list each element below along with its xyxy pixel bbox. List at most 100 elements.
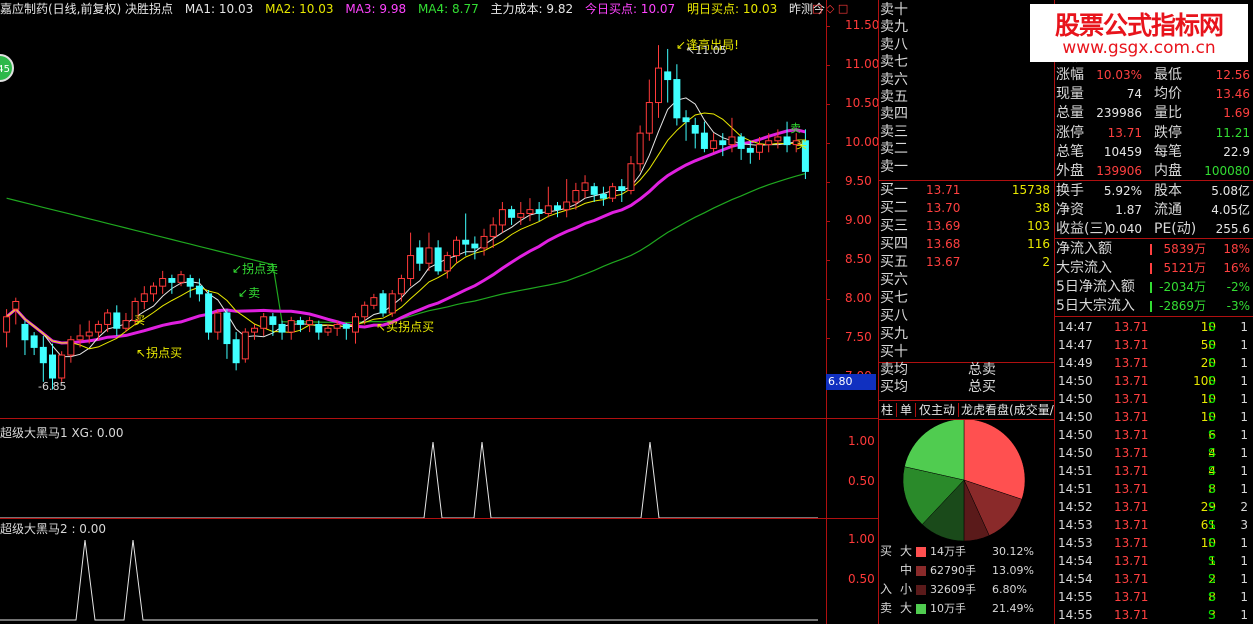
candle-body[interactable] (39, 346, 47, 364)
sell-level-row[interactable]: 卖四 (880, 106, 1052, 123)
trade-row[interactable]: 14:52 13.71 29 S 2 (1056, 498, 1252, 516)
candle-body[interactable] (462, 239, 470, 245)
candle-body[interactable] (30, 335, 38, 348)
candle-body[interactable] (177, 274, 185, 283)
sell-level-row[interactable]: 卖六 (880, 72, 1052, 89)
candle-body[interactable] (517, 212, 525, 218)
candle-body[interactable] (241, 331, 249, 360)
trade-row[interactable]: 14:49 13.71 20 S 1 (1056, 354, 1252, 372)
candle-body[interactable] (232, 339, 240, 364)
candle-body[interactable] (618, 186, 626, 192)
candle-body[interactable] (388, 293, 396, 314)
candle-body[interactable] (159, 278, 167, 287)
candle-body[interactable] (150, 285, 157, 295)
trade-row[interactable]: 14:54 13.71 2 S 1 (1056, 570, 1252, 588)
trade-row[interactable]: 14:55 13.71 3 S 1 (1056, 606, 1252, 624)
candle-body[interactable] (49, 354, 56, 379)
panel2-chart[interactable] (0, 520, 826, 624)
candle-body[interactable] (85, 331, 93, 337)
candle-body[interactable] (655, 67, 662, 104)
trade-row[interactable]: 14:53 13.71 10 S 1 (1056, 534, 1252, 552)
candle-body[interactable] (508, 209, 516, 218)
candle-body[interactable] (333, 323, 341, 329)
candle-body[interactable] (76, 335, 84, 341)
candle-body[interactable] (113, 312, 121, 329)
trade-row[interactable]: 14:51 13.71 8 S 1 (1056, 480, 1252, 498)
candle-body[interactable] (122, 320, 130, 329)
candle-body[interactable] (251, 327, 258, 333)
candle-body[interactable] (352, 316, 359, 333)
candle-body[interactable] (21, 323, 29, 341)
candle-body[interactable] (58, 354, 66, 379)
candle-body[interactable] (471, 243, 479, 249)
candle-body[interactable] (361, 304, 369, 318)
trade-row[interactable]: 14:55 13.71 8 S 1 (1056, 588, 1252, 606)
candle-body[interactable] (223, 312, 231, 345)
candlestick-chart[interactable] (0, 18, 826, 418)
candle-body[interactable] (296, 320, 304, 325)
candle-body[interactable] (728, 136, 736, 146)
candle-body[interactable] (287, 320, 295, 333)
buy-level-row[interactable]: 买三 13.69 103 (880, 218, 1052, 235)
candle-body[interactable] (379, 293, 387, 314)
candle-body[interactable] (719, 140, 727, 146)
buy-level-row[interactable]: 买一 13.71 15738 (880, 182, 1052, 199)
candle-body[interactable] (186, 278, 194, 287)
buy-level-row[interactable]: 买七 (880, 290, 1052, 307)
candle-body[interactable] (774, 136, 782, 142)
sell-level-row[interactable]: 卖二 (880, 141, 1052, 158)
candle-body[interactable] (572, 190, 580, 203)
candle-body[interactable] (498, 209, 506, 226)
candle-body[interactable] (636, 132, 644, 165)
candle-body[interactable] (269, 316, 277, 325)
sell-level-row[interactable]: 卖十 (880, 2, 1052, 19)
trade-row[interactable]: 14:54 13.71 1 S 1 (1056, 552, 1252, 570)
candle-body[interactable] (737, 136, 745, 149)
window-control-icons[interactable]: □ ◇ □ (812, 0, 848, 18)
candle-body[interactable] (526, 209, 534, 214)
sell-level-row[interactable]: 卖九 (880, 19, 1052, 36)
candle-body[interactable] (306, 320, 314, 325)
tab-active-only[interactable]: 仅主动 (916, 403, 960, 417)
candle-body[interactable] (756, 144, 763, 153)
candle-body[interactable] (544, 205, 552, 214)
candle-body[interactable] (104, 312, 112, 325)
buy-level-row[interactable]: 买二 13.70 38 (880, 200, 1052, 217)
candle-body[interactable] (765, 140, 773, 146)
candle-body[interactable] (700, 132, 708, 149)
candle-body[interactable] (581, 182, 589, 192)
candle-body[interactable] (590, 186, 598, 195)
trade-row[interactable]: 14:50 13.71 10 S 1 (1056, 390, 1252, 408)
candle-body[interactable] (407, 255, 415, 280)
candle-body[interactable] (554, 205, 561, 211)
tab-single[interactable]: 单 (897, 403, 917, 417)
candle-body[interactable] (783, 136, 791, 146)
candle-body[interactable] (3, 316, 11, 333)
candle-body[interactable] (342, 323, 350, 329)
buy-level-row[interactable]: 买六 (880, 272, 1052, 289)
sell-level-row[interactable]: 卖七 (880, 54, 1052, 71)
candle-body[interactable] (260, 316, 268, 329)
sell-level-row[interactable]: 卖五 (880, 89, 1052, 106)
candle-body[interactable] (205, 293, 213, 333)
candle-body[interactable] (425, 247, 433, 264)
candle-body[interactable] (710, 140, 718, 149)
candle-body[interactable] (691, 124, 699, 134)
candle-body[interactable] (443, 255, 451, 272)
candle-body[interactable] (214, 312, 222, 333)
candle-body[interactable] (489, 224, 497, 237)
candle-body[interactable] (416, 247, 424, 264)
candle-body[interactable] (315, 323, 323, 333)
trade-row[interactable]: 14:50 13.71 10 S 1 (1056, 408, 1252, 426)
candle-body[interactable] (397, 278, 405, 295)
buy-level-row[interactable]: 买五 13.67 2 (880, 254, 1052, 271)
candle-body[interactable] (370, 297, 378, 306)
candle-body[interactable] (645, 102, 653, 134)
panel1-chart[interactable] (0, 420, 826, 520)
tab-dragon-tiger[interactable]: 龙虎看盘(成交量/按 (959, 403, 1054, 417)
trade-row[interactable]: 14:50 13.71 100 S 1 (1056, 372, 1252, 390)
candle-body[interactable] (664, 71, 672, 81)
trade-row[interactable]: 14:47 13.71 10 S 1 (1056, 318, 1252, 336)
candle-body[interactable] (480, 235, 488, 249)
candle-body[interactable] (195, 285, 203, 295)
